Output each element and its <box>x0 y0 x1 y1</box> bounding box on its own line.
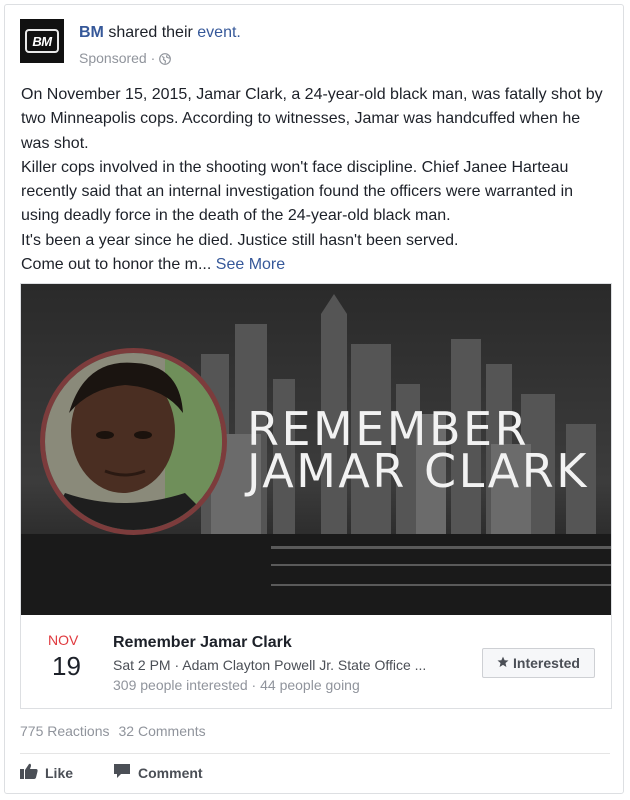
event-title-link[interactable]: Remember Jamar Clark <box>113 634 292 652</box>
cover-title: REMEMBER JAMAR CLARK <box>247 406 589 498</box>
comment-label: Comment <box>138 764 203 781</box>
interested-label: Interested <box>513 655 580 671</box>
event-link[interactable]: event. <box>197 24 241 41</box>
body-paragraph: Killer cops involved in the shooting won… <box>21 158 574 225</box>
comment-button[interactable]: Comment <box>113 763 203 782</box>
interested-button[interactable]: Interested <box>482 648 595 678</box>
sponsored-label[interactable]: Sponsored · <box>79 50 155 66</box>
like-label: Like <box>45 764 74 781</box>
action-bar: Like Comment <box>20 763 203 782</box>
event-time-location: Sat 2 PM · Adam Clayton Powell Jr. State… <box>113 657 427 673</box>
event-month: NOV <box>48 632 79 648</box>
like-button[interactable]: Like <box>20 763 73 782</box>
truncated-text: Come out to honor the m... <box>21 256 212 274</box>
body-paragraph: On November 15, 2015, Jamar Clark, a 24-… <box>21 86 603 152</box>
portrait-photo <box>40 348 227 535</box>
page-name-link[interactable]: BM <box>79 24 104 41</box>
cover-title-line: JAMAR CLARK <box>247 444 589 498</box>
body-paragraph: It's been a year since he died. Justice … <box>21 231 459 249</box>
post-body: On November 15, 2015, Jamar Clark, a 24-… <box>21 83 611 277</box>
event-info: NOV 19 Remember Jamar Clark Sat 2 PM · A… <box>21 615 611 709</box>
comments-count[interactable]: 32 Comments <box>119 723 206 739</box>
post-card: BM BM shared their event. Sponsored · On… <box>4 4 624 794</box>
avatar-logo: BM <box>25 29 59 53</box>
reactions-summary: 775 Reactions 32 Comments <box>20 723 206 739</box>
sponsored-line: Sponsored · <box>79 50 172 66</box>
event-cover-image[interactable]: REMEMBER JAMAR CLARK <box>21 284 611 615</box>
post-headline: BM shared their event. <box>79 24 241 42</box>
reactions-count[interactable]: 775 Reactions <box>20 723 110 739</box>
see-more-link[interactable]: See More <box>216 256 285 273</box>
event-day: 19 <box>52 651 81 681</box>
event-attendance: 309 people interested · 44 people going <box>113 677 360 693</box>
divider <box>20 753 610 754</box>
event-attachment[interactable]: REMEMBER JAMAR CLARK NOV 19 Remember Jam… <box>20 283 612 709</box>
shared-text: shared their <box>103 24 198 41</box>
like-icon <box>20 763 38 782</box>
body-truncated-paragraph: Come out to honor the m... See More <box>21 253 611 277</box>
comment-icon <box>113 763 131 782</box>
post-header: BM BM shared their event. Sponsored · <box>20 19 610 66</box>
star-icon <box>497 655 509 671</box>
globe-icon <box>159 52 172 65</box>
page-avatar[interactable]: BM <box>20 19 64 63</box>
